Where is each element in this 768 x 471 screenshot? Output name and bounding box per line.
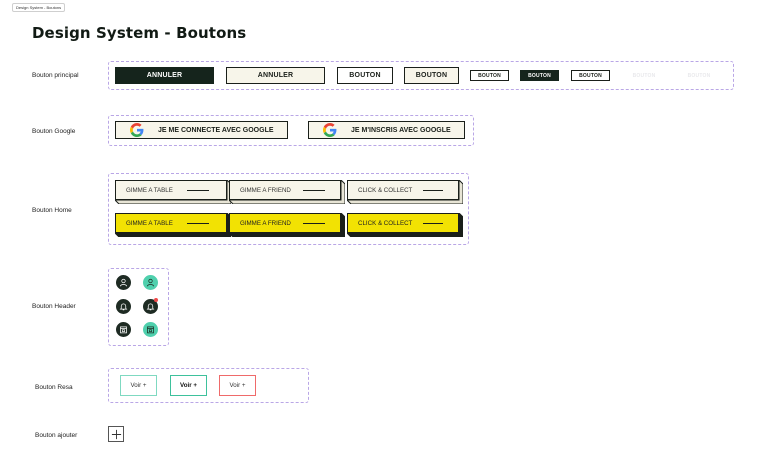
button-line-decoration [303, 223, 325, 224]
bell-icon [146, 303, 155, 311]
page-title: Design System - Boutons [32, 24, 247, 42]
user-button-mint[interactable] [143, 275, 158, 290]
row-label-header: Bouton Header [32, 303, 76, 310]
bouton-button-disabled[interactable]: BOUTON [624, 70, 664, 81]
add-button[interactable] [108, 426, 124, 442]
gimme-table-button[interactable]: GIMME A TABLE [115, 180, 231, 204]
gimme-table-label: GIMME A TABLE [115, 180, 227, 200]
voir-button-default[interactable]: Voir + [120, 375, 157, 396]
gimme-table-active-label: GIMME A TABLE [115, 213, 227, 233]
google-g-icon [323, 123, 337, 137]
google-connect-button[interactable]: JE ME CONNECTE AVEC GOOGLE [115, 121, 288, 139]
row-label-resa: Bouton Resa [35, 384, 73, 391]
plus-icon [111, 429, 121, 439]
google-connect-label: JE ME CONNECTE AVEC GOOGLE [158, 126, 274, 134]
gimme-table-button-active[interactable]: GIMME A TABLE [115, 213, 231, 237]
button-line-decoration [187, 190, 209, 191]
user-icon [119, 278, 128, 287]
bouton-button-small-dark[interactable]: BOUTON [520, 70, 559, 81]
annuler-button-secondary[interactable]: ANNULER [226, 67, 325, 84]
bell-button-dark[interactable] [116, 299, 131, 314]
button-line-decoration [423, 190, 443, 191]
bouton-button-cream[interactable]: BOUTON [404, 67, 459, 84]
gimme-friend-button[interactable]: GIMME A FRIEND [229, 180, 345, 204]
calendar-icon [147, 326, 154, 334]
button-line-decoration [303, 190, 325, 191]
bouton-button-small-white[interactable]: BOUTON [470, 70, 509, 81]
bouton-button-white[interactable]: BOUTON [337, 67, 393, 84]
google-g-icon [130, 123, 144, 137]
calendar-button-dark[interactable] [116, 322, 131, 337]
click-collect-button-active[interactable]: CLICK & COLLECT [347, 213, 463, 237]
notification-dot [154, 298, 158, 302]
user-button-dark[interactable] [116, 275, 131, 290]
button-line-decoration [423, 223, 443, 224]
calendar-icon [120, 326, 127, 334]
button-line-decoration [187, 223, 209, 224]
frame-tag: Design System - Boutons [12, 3, 66, 12]
google-signup-button[interactable]: JE M'INSCRIS AVEC GOOGLE [308, 121, 465, 139]
bouton-button-disabled-2[interactable]: BOUTON [676, 70, 722, 81]
voir-button-selected[interactable]: Voir + [170, 375, 207, 396]
bell-icon [119, 303, 128, 311]
row-label-google: Bouton Google [32, 128, 76, 135]
click-collect-button[interactable]: CLICK & COLLECT [347, 180, 463, 204]
calendar-button-mint[interactable] [143, 322, 158, 337]
voir-button-unavailable[interactable]: Voir + [219, 375, 256, 396]
row-label-principal: Bouton principal [32, 72, 79, 79]
annuler-button-primary[interactable]: ANNULER [115, 67, 214, 84]
bouton-button-small-outline[interactable]: BOUTON [571, 70, 610, 81]
user-icon [146, 278, 155, 287]
google-signup-label: JE M'INSCRIS AVEC GOOGLE [351, 126, 451, 134]
gimme-friend-button-active[interactable]: GIMME A FRIEND [229, 213, 345, 237]
row-label-ajouter: Bouton ajouter [35, 432, 78, 439]
row-label-home: Bouton Home [32, 207, 72, 214]
